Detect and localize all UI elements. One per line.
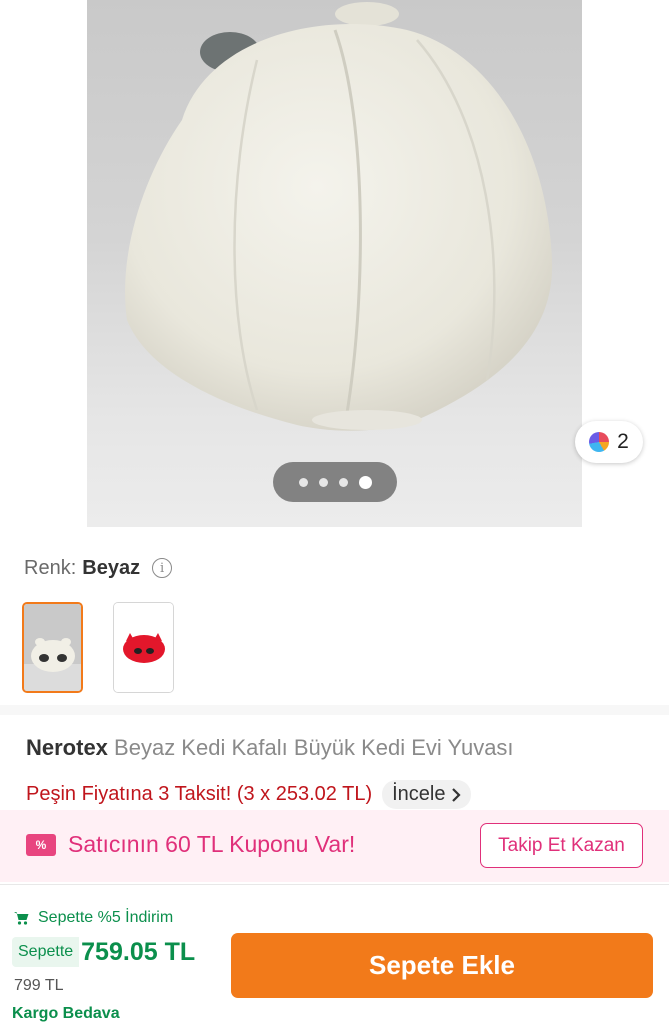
- gallery-pager: [273, 462, 397, 502]
- pager-dot[interactable]: [318, 477, 328, 487]
- basket-price-value: 759.05 TL: [81, 937, 196, 966]
- product-name: Beyaz Kedi Kafalı Büyük Kedi Evi Yuvası: [114, 735, 514, 760]
- color-swatch-white[interactable]: [22, 602, 83, 693]
- basket-price: Sepette 759.05 TL: [12, 937, 195, 967]
- original-price: 799 TL: [14, 977, 64, 994]
- installment-row: Peşin Fiyatına 3 Taksit! (3 x 253.02 TL)…: [26, 780, 472, 809]
- chevron-right-icon: [452, 787, 462, 802]
- info-icon[interactable]: i: [152, 558, 173, 578]
- white-cat-bed-thumbnail: [24, 604, 81, 691]
- product-photo[interactable]: [87, 0, 582, 527]
- coupon-text: Satıcının 60 TL Kuponu Var!: [68, 831, 356, 857]
- installment-text: Peşin Fiyatına 3 Taksit! (3 x 253.02 TL): [26, 783, 373, 805]
- brand-name[interactable]: Nerotex: [26, 735, 108, 760]
- product-title: Nerotex Beyaz Kedi Kafalı Büyük Kedi Evi…: [26, 735, 514, 761]
- pager-dot[interactable]: [298, 477, 308, 487]
- pager-dot[interactable]: [338, 477, 348, 487]
- basket-discount-text: Sepette %5 İndirim: [38, 909, 174, 926]
- product-page: 2 Renk: Beyaz i Nerotex Beyaz Kedi Kafal…: [0, 0, 669, 1025]
- coupon-ticket-icon: %: [26, 834, 56, 856]
- basket-discount-line: Sepette %5 İndirim: [14, 909, 173, 927]
- color-selector-label: Renk: Beyaz i: [24, 555, 173, 581]
- section-divider: [0, 705, 669, 715]
- color-palette-icon: [589, 432, 610, 452]
- coupon-banner[interactable]: % Satıcının 60 TL Kuponu Var! Takip Et K…: [0, 810, 669, 882]
- cart-icon: [14, 912, 29, 925]
- variant-count-badge[interactable]: 2: [575, 421, 643, 463]
- color-label: Renk:: [24, 556, 77, 579]
- follow-and-earn-button[interactable]: Takip Et Kazan: [480, 823, 643, 868]
- review-label: İncele: [392, 783, 446, 805]
- bottom-purchase-bar: Sepette %5 İndirim Sepette 759.05 TL 799…: [0, 884, 669, 1025]
- product-gallery[interactable]: 2: [0, 0, 669, 540]
- color-value: Beyaz: [82, 556, 141, 579]
- variant-count: 2: [617, 430, 629, 453]
- pager-dot-active[interactable]: [358, 475, 372, 489]
- free-shipping-label: Kargo Bedava: [12, 1005, 120, 1022]
- red-cat-bed-thumbnail: [114, 603, 173, 692]
- add-to-cart-button[interactable]: Sepete Ekle: [231, 933, 653, 998]
- review-link[interactable]: İncele: [382, 780, 472, 809]
- basket-price-label: Sepette: [12, 937, 80, 967]
- color-swatch-red[interactable]: [113, 602, 174, 693]
- cat-bed-image: [125, 2, 553, 431]
